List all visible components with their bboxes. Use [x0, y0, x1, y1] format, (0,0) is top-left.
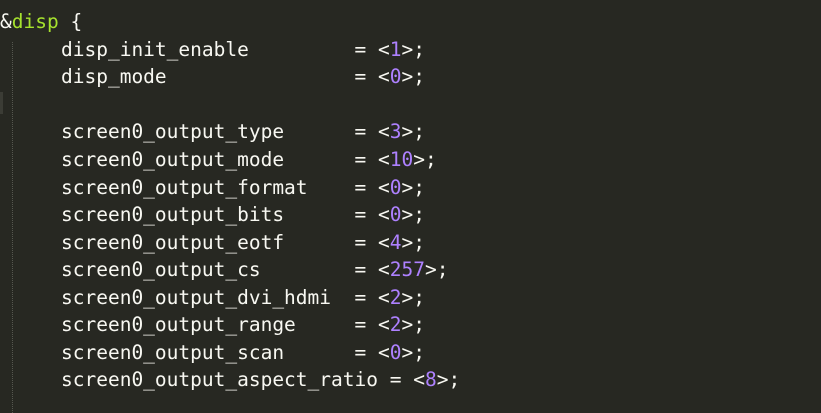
close-token: >;	[424, 258, 449, 281]
property-key: screen0_output_bits	[61, 203, 355, 226]
property-value: 2	[389, 313, 402, 336]
assign-token: =	[354, 286, 378, 309]
property-value: 0	[389, 65, 402, 88]
open-angle-token: <	[377, 120, 390, 143]
ampersand-token: &	[0, 10, 12, 33]
code-line: screen0_output_cs = <257>;	[61, 256, 448, 283]
assign-token: =	[389, 368, 414, 391]
close-token: >;	[401, 313, 425, 336]
close-token: >;	[413, 148, 437, 171]
assign-token: =	[354, 120, 378, 143]
assign-token: =	[354, 176, 378, 199]
property-value: 10	[389, 148, 414, 171]
property-value: 0	[389, 176, 402, 199]
close-token: >;	[401, 65, 425, 88]
assign-token: =	[354, 313, 378, 336]
assign-token: =	[354, 258, 378, 281]
open-angle-token: <	[377, 176, 390, 199]
code-line: screen0_output_scan = <0>;	[61, 339, 425, 366]
assign-token: =	[354, 341, 378, 364]
close-token: >;	[401, 120, 425, 143]
open-angle-token: <	[377, 341, 390, 364]
property-value: 257	[389, 258, 425, 281]
close-token: >;	[401, 286, 425, 309]
assign-token: =	[354, 65, 378, 88]
code-line: disp_init_enable = <1>;	[61, 36, 425, 63]
open-angle-token: <	[377, 148, 390, 171]
property-key: screen0_output_aspect_ratio	[61, 368, 390, 391]
assign-token: =	[354, 231, 378, 254]
property-key: screen0_output_eotf	[61, 231, 355, 254]
open-angle-token: <	[377, 258, 390, 281]
open-angle-token: <	[377, 65, 390, 88]
code-line: screen0_output_type = <3>;	[61, 118, 425, 145]
property-value: 3	[389, 120, 402, 143]
code-line: screen0_output_range = <2>;	[61, 311, 425, 338]
indent-guide	[12, 42, 13, 413]
code-line: screen0_output_dvi_hdmi = <2>;	[61, 284, 425, 311]
close-token: >;	[401, 231, 425, 254]
property-key: screen0_output_cs	[61, 258, 355, 281]
property-value: 0	[389, 341, 402, 364]
code-line: screen0_output_eotf = <4>;	[61, 229, 425, 256]
code-line: screen0_output_format = <0>;	[61, 174, 425, 201]
code-line: disp_mode = <0>;	[61, 63, 425, 90]
property-key: disp_init_enable	[61, 38, 355, 61]
code-line: screen0_output_aspect_ratio = <8>;	[61, 366, 460, 393]
open-angle-token: <	[377, 38, 390, 61]
property-value: 0	[389, 203, 402, 226]
node-name-token: disp	[11, 10, 59, 33]
open-angle-token: <	[377, 313, 390, 336]
close-token: >;	[401, 341, 425, 364]
open-brace-token: {	[58, 10, 83, 33]
property-key: screen0_output_format	[61, 176, 355, 199]
close-token: >;	[401, 176, 425, 199]
assign-token: =	[354, 148, 378, 171]
code-line-disp-open: &disp {	[0, 8, 82, 35]
code-line: screen0_output_bits = <0>;	[61, 201, 425, 228]
property-key: screen0_output_type	[61, 120, 355, 143]
close-token: >;	[401, 203, 425, 226]
code-line: screen0_output_mode = <10>;	[61, 146, 437, 173]
property-key: disp_mode	[61, 65, 355, 88]
assign-token: =	[354, 203, 378, 226]
property-value: 2	[389, 286, 402, 309]
assign-token: =	[354, 38, 378, 61]
current-line-marker	[0, 92, 3, 114]
property-value: 1	[389, 38, 402, 61]
property-key: screen0_output_mode	[61, 148, 355, 171]
open-angle-token: <	[377, 286, 390, 309]
close-token: >;	[401, 38, 425, 61]
open-angle-token: <	[377, 203, 390, 226]
property-key: screen0_output_scan	[61, 341, 355, 364]
open-angle-token: <	[413, 368, 425, 391]
open-angle-token: <	[377, 231, 390, 254]
property-value: 4	[389, 231, 402, 254]
property-key: screen0_output_dvi_hdmi	[61, 286, 355, 309]
property-value: 8	[424, 368, 437, 391]
property-key: screen0_output_range	[61, 313, 355, 336]
close-token: >;	[436, 368, 461, 391]
code-editor[interactable]: &disp { disp_init_enable = <1>; disp_mod…	[0, 0, 821, 413]
